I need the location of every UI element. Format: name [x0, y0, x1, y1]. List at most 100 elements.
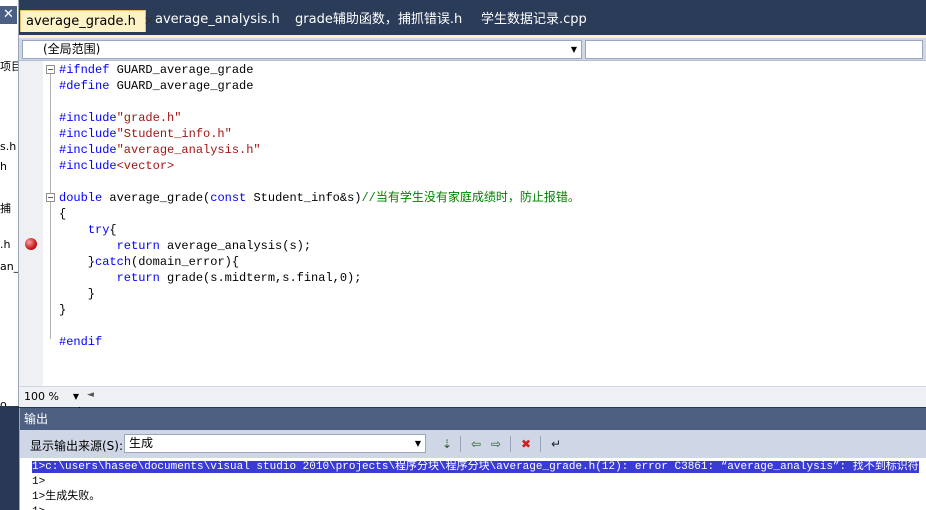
code-token: #include [59, 143, 117, 157]
document-tab-strip: average_grade.h ✕ average_analysis.h grad… [19, 0, 926, 35]
code-line[interactable]: #define GUARD_average_grade [59, 78, 919, 94]
code-line[interactable]: return average_analysis(s); [59, 238, 919, 254]
tab-student-data-cpp[interactable]: 学生数据记录.cpp [481, 10, 587, 32]
toolbar-separator [460, 436, 461, 452]
chevron-down-icon: ▼ [570, 45, 577, 54]
code-line[interactable] [59, 174, 919, 190]
code-token: "average_analysis.h" [116, 143, 261, 157]
tab-average-grade-h[interactable]: average_grade.h ✕ [20, 10, 154, 32]
code-line[interactable]: #ifndef GUARD_average_grade [59, 62, 919, 78]
code-line[interactable]: { [59, 206, 919, 222]
code-line[interactable]: } [59, 286, 919, 302]
code-token: GUARD_average_grade [109, 79, 254, 93]
zoom-dropdown[interactable]: 100 % ▼ [21, 389, 81, 405]
output-source-dropdown[interactable]: 生成 ▼ [124, 434, 426, 453]
tree-item-fragment[interactable]: h [0, 160, 7, 173]
tab-label: 学生数据记录.cpp [481, 12, 587, 27]
code-token: #include [59, 159, 117, 173]
chevron-down-icon: ▼ [72, 392, 79, 401]
zoom-value: 100 % [24, 390, 59, 403]
breakpoint-gutter[interactable] [19, 61, 43, 386]
code-token: } [59, 303, 67, 317]
code-token: #include [59, 127, 117, 141]
output-toolbar: 显示输出来源(S): 生成 ▼ ⇣ ⇦ ⇨ ✖ ↵ [20, 430, 926, 458]
toolbar-separator [540, 436, 541, 452]
outline-line [50, 69, 51, 339]
code-token: return [116, 239, 160, 253]
code-token: GUARD_average_grade [109, 63, 254, 77]
code-line[interactable]: } [59, 302, 919, 318]
find-message-icon[interactable]: ⇣ [438, 435, 456, 453]
code-token: { [59, 207, 67, 221]
code-token: Student_info&s) [246, 191, 362, 205]
output-line[interactable]: 1>生成失败。 [32, 490, 919, 505]
collapse-icon[interactable]: − [46, 193, 55, 202]
tab-label: grade辅助函数，捕抓错误.h [295, 12, 463, 27]
tab-label: average_grade.h [26, 14, 136, 29]
output-panel: 输出 显示输出来源(S): 生成 ▼ ⇣ ⇦ ⇨ ✖ ↵ 1>c:\users\… [19, 408, 926, 510]
tree-item-fragment[interactable]: 捕 [0, 200, 11, 216]
tab-label: average_analysis.h [155, 12, 280, 27]
code-line[interactable] [59, 94, 919, 110]
code-line[interactable] [59, 318, 919, 334]
code-editor[interactable]: (全局范围) ▼ − − #ifndef GUARD_average_grade… [19, 35, 926, 416]
code-line[interactable]: #include"Student_info.h" [59, 126, 919, 142]
code-token: const [210, 191, 247, 205]
code-token: "Student_info.h" [116, 127, 232, 141]
chevron-down-icon: ▼ [414, 439, 421, 448]
code-token: return [116, 271, 160, 285]
code-line[interactable]: #endif [59, 334, 919, 350]
code-line[interactable]: #include"average_analysis.h" [59, 142, 919, 158]
scope-dropdown[interactable]: (全局范围) ▼ [22, 40, 582, 59]
code-line[interactable]: }catch(domain_error){ [59, 254, 919, 270]
code-token: } [59, 255, 96, 269]
code-token: double [59, 191, 103, 205]
close-icon[interactable]: ✕ [0, 6, 17, 24]
tree-item-fragment[interactable]: o [0, 398, 7, 406]
collapse-icon[interactable]: − [46, 65, 55, 74]
tab-average-analysis-h[interactable]: average_analysis.h [155, 10, 280, 32]
member-dropdown[interactable] [585, 40, 923, 59]
toolbar-separator [510, 436, 511, 452]
code-line[interactable]: double average_grade(const Student_info&… [59, 190, 919, 206]
output-line-text: 1>c:\users\hasee\documents\visual studio… [32, 461, 919, 473]
code-token: "grade.h" [116, 111, 182, 125]
code-line[interactable]: #include<vector> [59, 158, 919, 174]
output-panel-title: 输出 [20, 408, 926, 430]
output-text[interactable]: 1>c:\users\hasee\documents\visual studio… [32, 460, 919, 510]
tab-grade-helper-h[interactable]: grade辅助函数，捕抓错误.h [295, 10, 462, 32]
code-token: #include [59, 111, 117, 125]
code-token: grade(s.midterm,s.final,0); [159, 271, 362, 285]
tree-item-fragment[interactable]: s.h [0, 140, 16, 153]
tree-item-fragment[interactable]: .h [0, 238, 10, 251]
close-icon[interactable]: ✕ [144, 11, 154, 31]
output-source-value: 生成 [129, 436, 154, 450]
editor-status-bar: 100 % ▼ ◄ [19, 386, 926, 407]
code-token: #define [59, 79, 110, 93]
tree-item-fragment[interactable]: an_ [0, 260, 18, 273]
code-text[interactable]: #ifndef GUARD_average_grade #define GUARD… [59, 62, 919, 350]
code-token: { [109, 223, 117, 237]
tree-item-fragment[interactable]: 项目 [0, 58, 18, 74]
output-line[interactable]: 1> [32, 475, 919, 490]
breakpoint-icon[interactable] [25, 238, 37, 250]
scroll-left-icon[interactable]: ◄ [87, 390, 94, 400]
code-token: try [87, 223, 110, 237]
solution-explorer-strip: ✕ 项目 s.h h 捕 .h an_ o [0, 0, 19, 406]
code-token: #endif [59, 335, 103, 349]
code-line[interactable]: #include"grade.h" [59, 110, 919, 126]
code-line[interactable]: try{ [59, 222, 919, 238]
code-token: #ifndef [59, 63, 110, 77]
previous-message-icon[interactable]: ⇦ [467, 435, 485, 453]
code-line[interactable]: return grade(s.midterm,s.final,0); [59, 270, 919, 286]
output-line[interactable]: 1>c:\users\hasee\documents\visual studio… [32, 460, 919, 475]
scope-value: (全局范围) [43, 42, 101, 56]
next-message-icon[interactable]: ⇨ [487, 435, 505, 453]
output-line[interactable]: 1> [32, 505, 919, 510]
clear-all-icon[interactable]: ✖ [517, 435, 535, 453]
word-wrap-icon[interactable]: ↵ [547, 435, 565, 453]
navigation-bar: (全局范围) ▼ [19, 38, 926, 61]
